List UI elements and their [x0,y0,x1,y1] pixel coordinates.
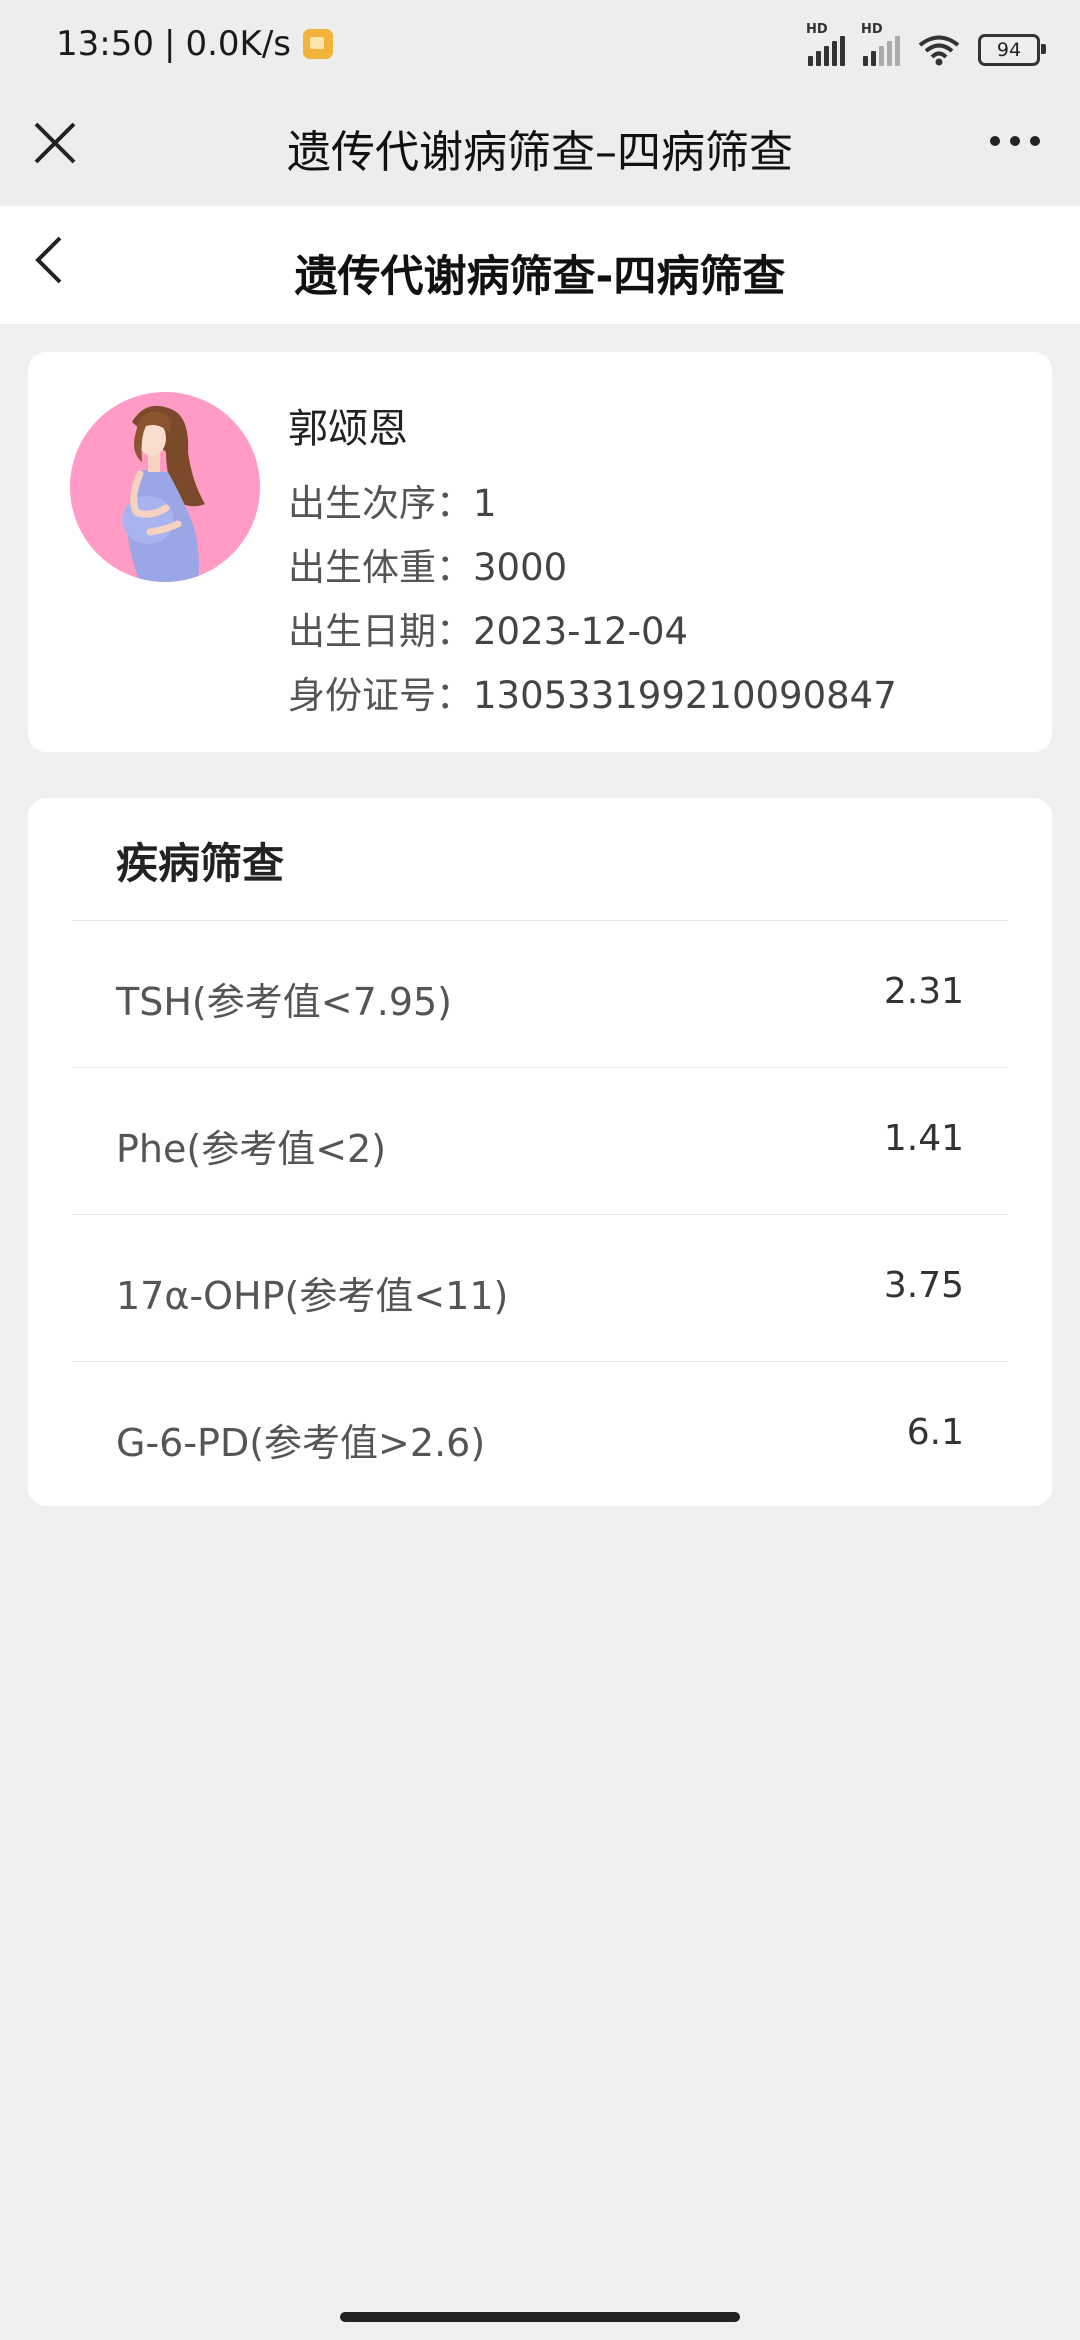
profile-card: 郭颂恩 出生次序：1 出生体重：3000 出生日期：2023-12-04 身份证… [28,352,1052,752]
home-indicator[interactable] [340,2312,740,2322]
profile-info: 郭颂恩 出生次序：1 出生体重：3000 出生日期：2023-12-04 身份证… [288,396,897,728]
profile-name: 郭颂恩 [288,406,408,452]
screening-label: 17α-OHP(参考值<11) [116,1274,509,1318]
network-speed: 0.0K/s [185,24,291,64]
screening-row-g6pd: G-6-PD(参考值>2.6) 6.1 [72,1361,1008,1508]
screening-label: G-6-PD(参考值>2.6) [116,1421,486,1465]
more-icon[interactable] [990,126,1050,156]
id-number-value: 130533199210090847 [473,674,897,717]
pregnant-woman-avatar [122,405,205,582]
screening-label: TSH(参考值<7.95) [116,980,453,1024]
screening-row-tsh: TSH(参考值<7.95) 2.31 [72,920,1008,1067]
status-right: HD HD 94 [806,22,1046,66]
app-title: 遗传代谢病筛查–四病筛查 [287,127,793,178]
screening-value: 3.75 [883,1265,964,1306]
birth-date-label: 出生日期： [288,610,473,653]
screening-row-17ohp: 17α-OHP(参考值<11) 3.75 [72,1214,1008,1361]
id-number-line: 身份证号：130533199210090847 [288,664,897,728]
screening-value: 1.41 [883,1118,964,1159]
screening-value: 6.1 [906,1412,964,1453]
birth-order-line: 出生次序：1 [288,472,897,536]
status-bar: 13:50 | 0.0K/s HD HD 94 [0,0,1080,90]
notification-icon [303,29,333,59]
screening-card: 疾病筛查 TSH(参考值<7.95) 2.31 Phe(参考值<2) 1.41 … [28,798,1052,1506]
battery-level: 94 [996,39,1022,61]
battery-icon: 94 [978,34,1046,66]
birth-order-value: 1 [473,482,497,525]
screening-list: TSH(参考值<7.95) 2.31 Phe(参考值<2) 1.41 17α-O… [72,920,1008,1508]
birth-order-label: 出生次序： [288,482,473,525]
hd-signal-icon: HD [806,22,845,66]
screening-label: Phe(参考值<2) [116,1127,387,1171]
birth-weight-value: 3000 [473,546,568,589]
birth-weight-line: 出生体重：3000 [288,536,897,600]
birth-date-value: 2023-12-04 [473,610,689,653]
status-separator: | [163,24,176,64]
screening-title: 疾病筛查 [116,839,285,888]
page-header: 遗传代谢病筛查-四病筛查 [0,206,1080,324]
status-left: 13:50 | 0.0K/s [56,24,333,64]
hd-signal-weak-icon: HD [861,22,900,66]
birth-weight-label: 出生体重： [288,546,473,589]
wifi-icon [918,35,960,66]
id-number-label: 身份证号： [288,674,473,717]
page-title: 遗传代谢病筛查-四病筛查 [294,252,786,302]
status-time: 13:50 [56,24,154,64]
screening-row-phe: Phe(参考值<2) 1.41 [72,1067,1008,1214]
screening-value: 2.31 [883,971,964,1012]
app-bar: 遗传代谢病筛查–四病筛查 [0,90,1080,206]
birth-date-line: 出生日期：2023-12-04 [288,600,897,664]
avatar [70,392,260,582]
